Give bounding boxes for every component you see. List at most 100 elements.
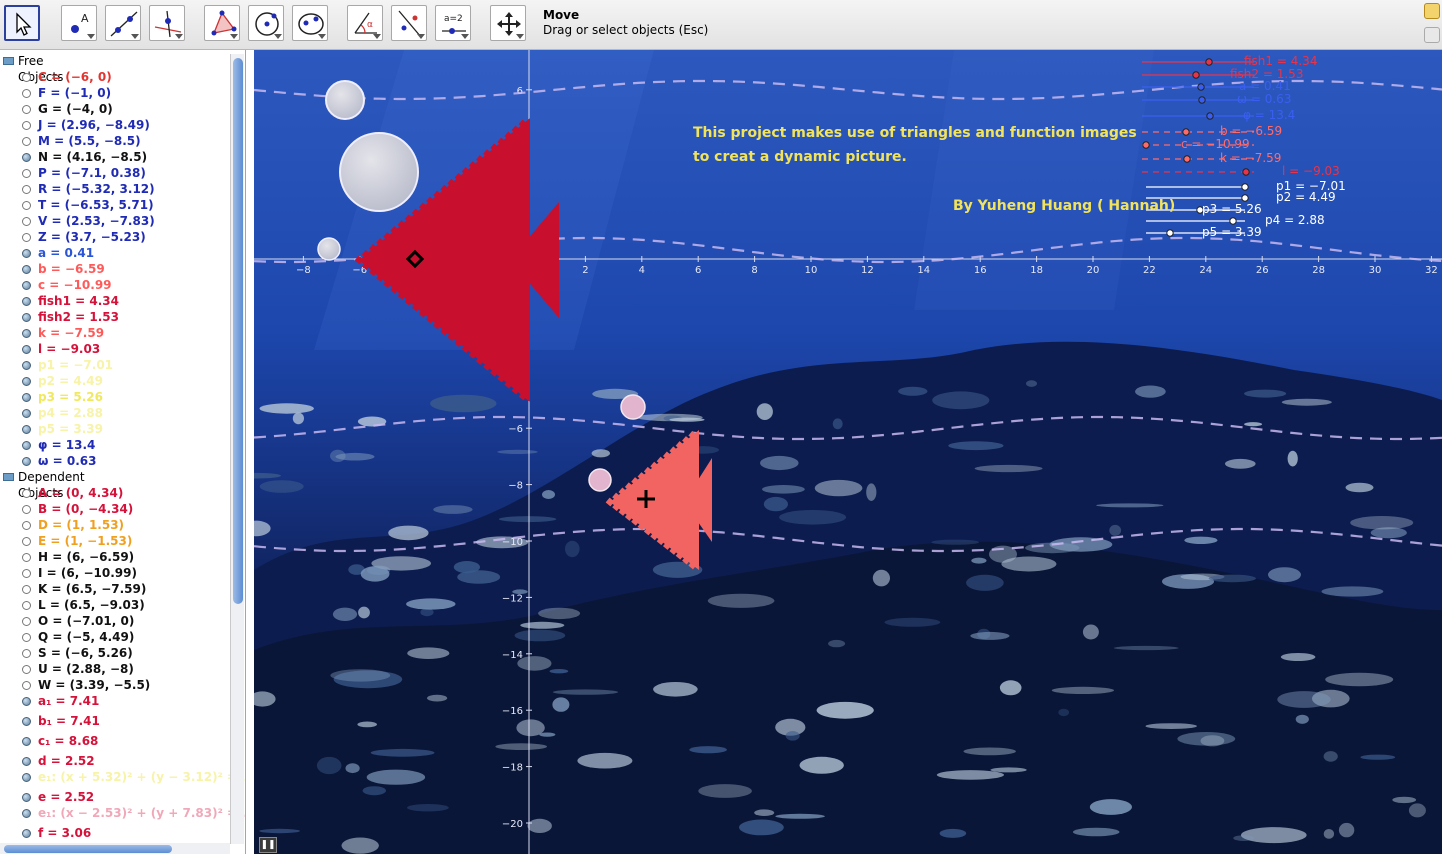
bubble[interactable] <box>339 132 419 212</box>
pause-animation-icon[interactable]: ❚❚ <box>259 837 277 853</box>
point-tool-button[interactable]: A <box>61 5 97 41</box>
visibility-toggle-icon[interactable] <box>22 73 31 82</box>
visibility-toggle-icon[interactable] <box>22 737 31 746</box>
visibility-toggle-icon[interactable] <box>22 505 31 514</box>
scrollbar-thumb[interactable] <box>4 845 172 853</box>
visibility-toggle-icon[interactable] <box>22 121 31 130</box>
visibility-toggle-icon[interactable] <box>22 409 31 418</box>
visibility-toggle-icon[interactable] <box>22 521 31 530</box>
visibility-toggle-icon[interactable] <box>22 441 31 450</box>
angle-tool-button[interactable]: α <box>347 5 383 41</box>
perpendicular-tool-button[interactable] <box>149 5 185 41</box>
visibility-toggle-icon[interactable] <box>22 329 31 338</box>
visibility-toggle-icon[interactable] <box>22 105 31 114</box>
visibility-toggle-icon[interactable] <box>22 617 31 626</box>
visibility-toggle-icon[interactable] <box>22 89 31 98</box>
algebra-object-label: c₁ = 8.68 <box>38 734 99 748</box>
bubble-pink[interactable] <box>620 394 646 420</box>
bubble[interactable] <box>325 80 365 120</box>
coral-patch <box>931 539 980 545</box>
graphics-canvas[interactable]: −8 −6 2 4 6 8 10 12 14 16 18 20 22 24 26 28 30 32 6−6−8−1… <box>254 50 1442 854</box>
slider-knob[interactable] <box>1142 141 1150 149</box>
visibility-toggle-icon[interactable] <box>22 377 31 386</box>
visibility-toggle-icon[interactable] <box>22 649 31 658</box>
algebra-object-label: p1 = −7.01 <box>38 358 114 372</box>
undo-icon[interactable] <box>1424 3 1440 19</box>
visibility-toggle-icon[interactable] <box>22 137 31 146</box>
ellipse-tool-button[interactable] <box>292 5 328 41</box>
visibility-toggle-icon[interactable] <box>22 217 31 226</box>
visibility-toggle-icon[interactable] <box>22 185 31 194</box>
visibility-toggle-icon[interactable] <box>22 169 31 178</box>
slider-tool-button[interactable]: a=2 <box>435 5 471 41</box>
coral-patch <box>577 752 633 769</box>
algebra-horizontal-scrollbar[interactable] <box>0 843 230 854</box>
visibility-toggle-icon[interactable] <box>22 361 31 370</box>
visibility-toggle-icon[interactable] <box>22 829 31 838</box>
visibility-toggle-icon[interactable] <box>22 297 31 306</box>
reflect-tool-button[interactable] <box>391 5 427 41</box>
slider-knob[interactable] <box>1205 58 1213 66</box>
visibility-toggle-icon[interactable] <box>22 233 31 242</box>
bubble[interactable] <box>317 237 341 261</box>
visibility-toggle-icon[interactable] <box>22 537 31 546</box>
slider-knob[interactable] <box>1197 83 1205 91</box>
algebra-object-label: M = (5.5, −8.5) <box>38 134 141 148</box>
coral-patch <box>1338 822 1355 838</box>
coral-patch <box>872 569 891 587</box>
visibility-toggle-icon[interactable] <box>22 585 31 594</box>
slider-knob[interactable] <box>1229 217 1237 225</box>
visibility-toggle-icon[interactable] <box>22 681 31 690</box>
slider-label: k = −7.59 <box>1220 151 1282 165</box>
slider-knob[interactable] <box>1182 128 1190 136</box>
visibility-toggle-icon[interactable] <box>22 601 31 610</box>
visibility-toggle-icon[interactable] <box>22 553 31 562</box>
algebra-vertical-scrollbar[interactable] <box>230 54 244 844</box>
slider-knob[interactable] <box>1192 71 1200 79</box>
visibility-toggle-icon[interactable] <box>22 345 31 354</box>
visibility-toggle-icon[interactable] <box>22 489 31 498</box>
visibility-toggle-icon[interactable] <box>22 665 31 674</box>
visibility-toggle-icon[interactable] <box>22 809 31 818</box>
algebra-object-label: l = −9.03 <box>38 342 101 356</box>
visibility-toggle-icon[interactable] <box>22 633 31 642</box>
algebra-object-label: φ = 13.4 <box>38 438 96 452</box>
algebra-object-label: Z = (3.7, −5.23) <box>38 230 146 244</box>
coral-patch <box>1026 380 1037 387</box>
slider-knob[interactable] <box>1206 112 1214 120</box>
move-tool-button[interactable] <box>4 5 40 41</box>
visibility-toggle-icon[interactable] <box>22 717 31 726</box>
visibility-toggle-icon[interactable] <box>22 773 31 782</box>
visibility-toggle-icon[interactable] <box>22 425 31 434</box>
visibility-toggle-icon[interactable] <box>22 265 31 274</box>
visibility-toggle-icon[interactable] <box>22 569 31 578</box>
bubble-pink[interactable] <box>588 468 612 492</box>
visibility-toggle-icon[interactable] <box>22 281 31 290</box>
slider-knob[interactable] <box>1241 183 1249 191</box>
visibility-toggle-icon[interactable] <box>22 153 31 162</box>
visibility-toggle-icon[interactable] <box>22 313 31 322</box>
slider-label: p2 = 4.49 <box>1276 190 1336 204</box>
visibility-toggle-icon[interactable] <box>22 249 31 258</box>
visibility-toggle-icon[interactable] <box>22 201 31 210</box>
polygon-tool-button[interactable] <box>204 5 240 41</box>
visibility-toggle-icon[interactable] <box>22 757 31 766</box>
slider-knob[interactable] <box>1241 194 1249 202</box>
move-view-tool-button[interactable] <box>490 5 526 41</box>
slider-knob[interactable] <box>1198 96 1206 104</box>
slider-knob[interactable] <box>1183 155 1191 163</box>
visibility-toggle-icon[interactable] <box>22 793 31 802</box>
line-tool-button[interactable] <box>105 5 141 41</box>
coral-patch <box>495 743 547 750</box>
graphics-view[interactable]: −8 −6 2 4 6 8 10 12 14 16 18 20 22 24 26 28 30 32 6 −6 −8 −1… <box>254 50 1442 854</box>
visibility-toggle-icon[interactable] <box>22 457 31 466</box>
slider-knob[interactable] <box>1242 168 1250 176</box>
redo-icon[interactable] <box>1424 27 1440 43</box>
visibility-toggle-icon[interactable] <box>22 393 31 402</box>
slider-knob[interactable] <box>1166 229 1174 237</box>
algebra-object-label: d = 2.52 <box>38 754 95 768</box>
coral-patch <box>866 483 877 502</box>
circle-tool-button[interactable] <box>248 5 284 41</box>
visibility-toggle-icon[interactable] <box>22 697 31 706</box>
scrollbar-thumb[interactable] <box>233 58 243 604</box>
